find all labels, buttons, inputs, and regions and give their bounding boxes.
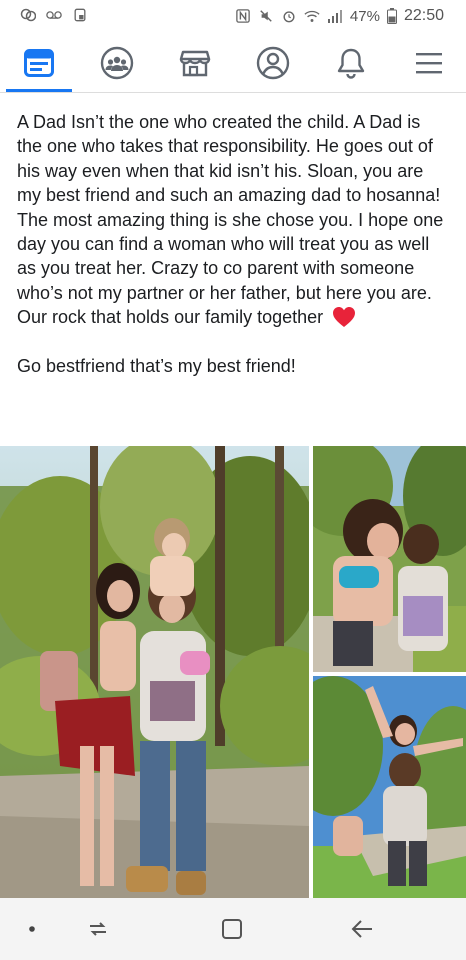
wifi-icon: [304, 10, 320, 22]
chat-icon: [20, 8, 36, 22]
photo-grid[interactable]: [0, 446, 466, 898]
dot-icon: [29, 926, 35, 932]
notifications-icon: [337, 48, 365, 79]
voicemail-icon: [46, 11, 62, 19]
profile-icon: [256, 46, 290, 80]
back-button[interactable]: [342, 912, 382, 946]
tab-groups[interactable]: [78, 34, 156, 92]
signal-icon: [327, 10, 342, 23]
mute-icon: [260, 10, 272, 22]
groups-icon: [100, 46, 134, 80]
home-button[interactable]: [212, 912, 252, 946]
photo-piggyback[interactable]: [313, 676, 466, 898]
clock: 22:50: [403, 7, 444, 24]
post-text: A Dad Isn’t the one who created the chil…: [17, 110, 449, 378]
red-heart-icon: [333, 307, 356, 328]
system-nav-bar: [0, 898, 466, 960]
menu-icon: [416, 53, 442, 74]
tab-marketplace[interactable]: [156, 34, 234, 92]
news-feed-icon: [24, 49, 54, 77]
back-icon: [351, 920, 372, 938]
status-bar: 47% 22:50: [0, 0, 466, 32]
photo-selfie[interactable]: [313, 446, 466, 672]
post-message-2: Go bestfriend that’s my best friend!: [17, 355, 296, 376]
post-message: A Dad Isn’t the one who created the chil…: [17, 112, 444, 328]
gallery-icon: [74, 8, 86, 22]
post-body: A Dad Isn’t the one who created the chil…: [17, 110, 449, 330]
photo-family-path[interactable]: [0, 446, 309, 898]
tab-notifications[interactable]: [312, 34, 390, 92]
tab-menu[interactable]: [390, 34, 466, 92]
nfc-icon: [236, 9, 250, 23]
top-nav-bar: [0, 34, 466, 93]
home-icon: [222, 919, 242, 939]
dot-button[interactable]: [12, 912, 52, 946]
recents-icon: [90, 922, 106, 936]
alarm-icon: [283, 11, 295, 23]
marketplace-icon: [179, 50, 211, 77]
battery-icon: [386, 8, 397, 24]
tab-news-feed[interactable]: [0, 34, 78, 92]
recents-button[interactable]: [78, 912, 118, 946]
battery-percentage: 47%: [349, 7, 380, 25]
tab-profile[interactable]: [234, 34, 312, 92]
